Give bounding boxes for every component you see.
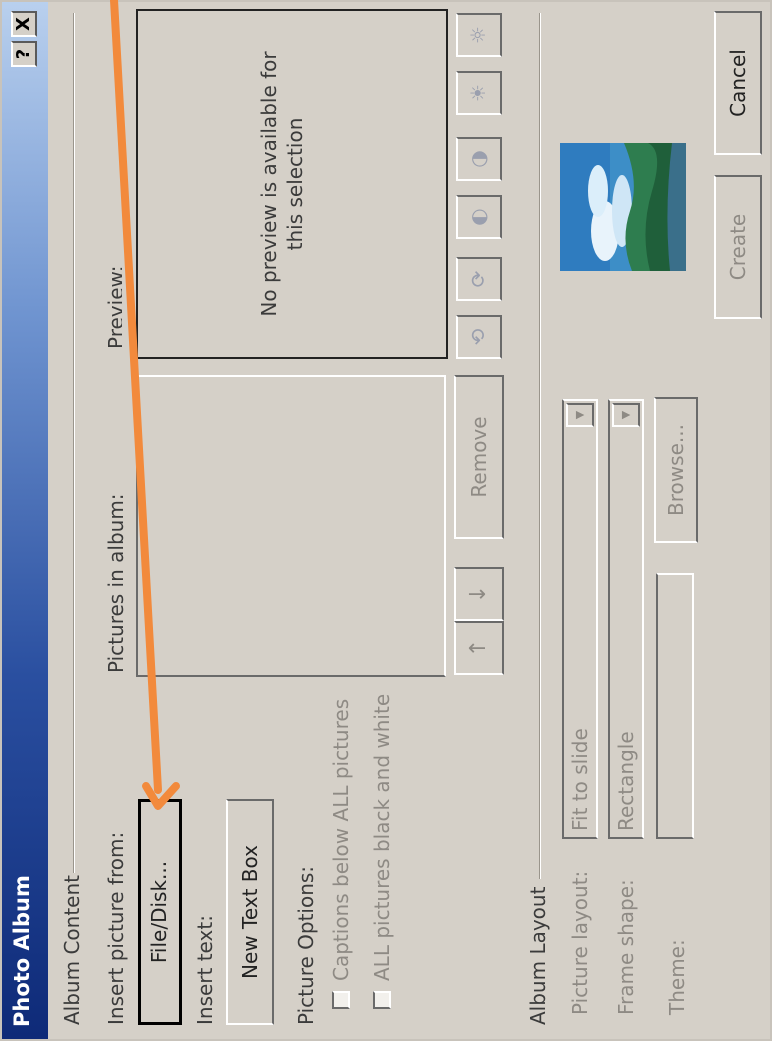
annotation-arrow-shaft: [110, 0, 162, 794]
screenshot-stage: Photo Album ? X Album Content Insert pic…: [0, 0, 772, 1041]
annotation-arrow: [110, 0, 180, 810]
